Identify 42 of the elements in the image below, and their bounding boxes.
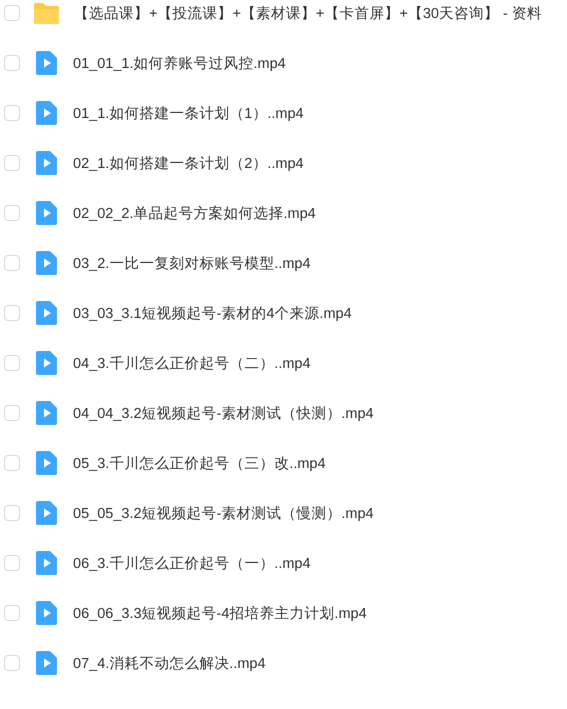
video-file-icon [36,451,57,475]
checkbox[interactable] [4,605,20,621]
checkbox[interactable] [4,155,20,171]
checkbox[interactable] [4,105,20,121]
checkbox[interactable] [4,455,20,471]
video-file-icon [36,651,57,675]
checkbox[interactable] [4,305,20,321]
checkbox[interactable] [4,205,20,221]
file-name[interactable]: 06_06_3.3短视频起号-4招培养主力计划.mp4 [73,604,367,622]
video-file-icon [36,351,57,375]
file-name[interactable]: 02_02_2.单品起号方案如何选择.mp4 [73,204,316,222]
checkbox[interactable] [4,5,20,21]
file-name[interactable]: 【选品课】+【投流课】+【素材课】+【卡首屏】+【30天咨询】 - 资料 [74,4,542,22]
video-file-icon [36,601,57,625]
file-name[interactable]: 04_04_3.2短视频起号-素材测试（快测）.mp4 [73,404,374,422]
file-name[interactable]: 04_3.千川怎么正价起号（二）..mp4 [73,354,311,372]
video-file-icon [36,51,57,75]
video-file-icon [36,301,57,325]
file-name[interactable]: 02_1.如何搭建一条计划（2）..mp4 [73,154,304,172]
file-name[interactable]: 05_05_3.2短视频起号-素材测试（慢测）.mp4 [73,504,374,522]
video-file-icon [36,201,57,225]
checkbox[interactable] [4,355,20,371]
video-file-icon [36,551,57,575]
video-file-icon [36,101,57,125]
file-name[interactable]: 06_3.千川怎么正价起号（一）..mp4 [73,554,311,572]
video-file-icon [36,151,57,175]
file-name[interactable]: 05_3.千川怎么正价起号（三）改..mp4 [73,454,326,472]
video-file-icon [36,251,57,275]
video-file-icon [36,501,57,525]
folder-icon [34,2,59,24]
file-name[interactable]: 01_01_1.如何养账号过风控.mp4 [73,54,286,72]
checkbox[interactable] [4,555,20,571]
file-name[interactable]: 03_2.一比一复刻对标账号模型..mp4 [73,254,311,272]
checkbox[interactable] [4,505,20,521]
checkbox[interactable] [4,405,20,421]
checkbox[interactable] [4,255,20,271]
file-name[interactable]: 03_03_3.1短视频起号-素材的4个来源.mp4 [73,304,352,322]
file-name[interactable]: 07_4.消耗不动怎么解决..mp4 [73,654,266,672]
file-name[interactable]: 01_1.如何搭建一条计划（1）..mp4 [73,104,304,122]
checkbox[interactable] [4,55,20,71]
checkbox[interactable] [4,655,20,671]
video-file-icon [36,401,57,425]
